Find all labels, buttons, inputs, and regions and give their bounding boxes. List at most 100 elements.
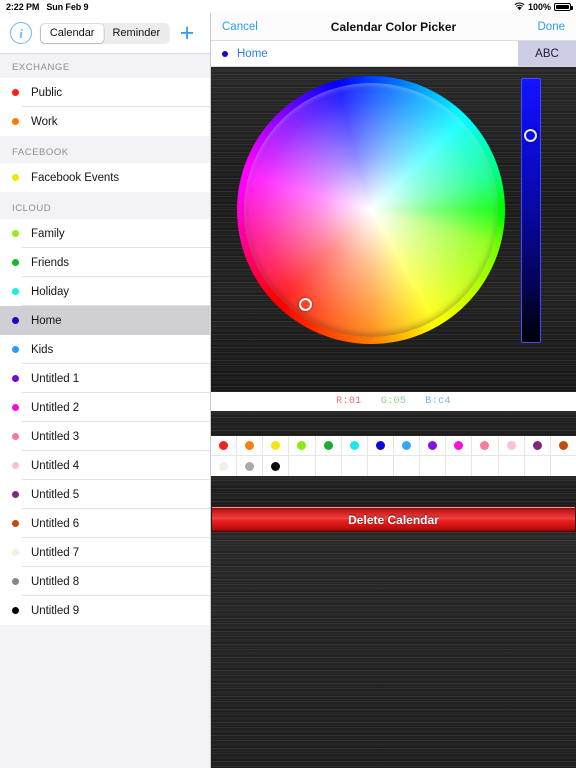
section-header-icloud: ICLOUD [0,192,210,219]
calendar-row-untitled-7[interactable]: Untitled 7 [0,538,210,567]
calendar-label: Friends [31,256,69,269]
swatch-cell-empty[interactable] [342,456,368,476]
wifi-icon [514,2,525,11]
calendar-label: Untitled 1 [31,372,80,385]
swatch-dot [271,441,281,450]
swatch-dot [532,441,542,450]
swatch-cell[interactable] [420,436,447,456]
swatch-cell-empty[interactable] [472,456,499,476]
swatch-cell[interactable] [446,436,473,456]
swatch-cell[interactable] [237,436,264,456]
sidebar: i Calendar Reminder + EXCHANGE Public Wo… [0,13,211,768]
swatch-cell-empty[interactable] [316,456,342,476]
brightness-slider-track[interactable] [521,78,541,343]
add-calendar-button[interactable]: + [176,20,198,46]
calendar-row-untitled-2[interactable]: Untitled 2 [0,393,210,422]
calendar-row-untitled-4[interactable]: Untitled 4 [0,451,210,480]
swatch-cell[interactable] [289,436,316,456]
calendar-row-kids[interactable]: Kids [0,335,210,364]
abc-keyboard-button[interactable]: ABC [518,41,576,66]
calendar-row-holiday[interactable]: Holiday [0,277,210,306]
swatch-cell[interactable] [367,436,394,456]
calendar-color-dot [222,50,228,57]
status-time: 2:22 PM [6,1,40,12]
sidebar-toolbar: i Calendar Reminder + [0,13,210,54]
swatch-cell-empty[interactable] [499,456,525,476]
color-wheel-disc[interactable] [244,83,498,337]
done-button[interactable]: Done [538,21,566,33]
calendar-color-dot [12,520,19,527]
color-picker-panel: Cancel Calendar Color Picker Done Home A… [211,13,576,768]
calendar-row-home[interactable]: Home [0,306,210,335]
calendar-label: Kids [31,343,54,356]
calendar-label: Untitled 2 [31,401,80,414]
swatch-dot [349,441,359,450]
section-exchange: Public Work [0,78,210,136]
swatch-cell[interactable] [211,456,238,476]
swatch-cell[interactable] [341,436,368,456]
swatch-cell[interactable] [498,436,525,456]
segment-calendar[interactable]: Calendar [40,23,104,43]
calendar-row-untitled-3[interactable]: Untitled 3 [0,422,210,451]
section-icloud: Family Friends Holiday Home Kids Untitle… [0,219,210,625]
swatch-dot [219,461,229,471]
swatch-cell[interactable] [524,436,551,456]
calendar-label: Untitled 9 [31,604,80,617]
swatch-dot [323,441,333,450]
swatch-cell-empty[interactable] [525,456,551,476]
swatch-cell[interactable] [472,436,499,456]
swatch-cell-empty[interactable] [551,456,576,476]
swatch-dot [558,441,568,450]
calendar-color-dot [12,578,19,585]
swatch-cell[interactable] [393,436,421,456]
calendar-row-untitled-1[interactable]: Untitled 1 [0,364,210,393]
swatch-cell[interactable] [211,436,238,456]
swatch-cell-empty[interactable] [420,456,447,476]
calendar-color-dot [12,607,19,614]
calendar-reminder-segmented-control[interactable]: Calendar Reminder [39,22,171,44]
calendar-label: Untitled 3 [31,430,80,443]
calendar-row-untitled-9[interactable]: Untitled 9 [0,596,210,625]
rgb-green-value: G:05 [380,396,407,407]
info-icon[interactable]: i [10,22,32,44]
app-root: 2:22 PM Sun Feb 9 100% i Calendar Remind… [0,0,576,768]
page-title: Calendar Color Picker [330,19,457,34]
calendar-label: Holiday [31,285,70,298]
calendar-color-dot [12,346,19,353]
calendar-label: Public [31,86,63,99]
calendar-row-public[interactable]: Public [0,78,210,107]
calendar-row-untitled-6[interactable]: Untitled 6 [0,509,210,538]
swatch-dot [454,441,464,450]
calendar-row-friends[interactable]: Friends [0,248,210,277]
calendar-row-work[interactable]: Work [0,107,210,136]
swatch-cell[interactable] [263,456,290,476]
color-wheel[interactable] [237,76,505,344]
calendar-label: Family [31,227,65,240]
swatch-cell[interactable] [237,456,264,476]
status-date: Sun Feb 9 [46,1,89,12]
calendar-row-untitled-5[interactable]: Untitled 5 [0,480,210,509]
calendar-list[interactable]: EXCHANGE Public Work FACEBOOK Facebook E… [0,54,210,768]
swatch-cell[interactable] [263,436,290,456]
swatch-cell[interactable] [315,436,342,456]
swatch-dot [245,441,255,450]
calendar-row-untitled-8[interactable]: Untitled 8 [0,567,210,596]
calendar-name-field[interactable]: Home ABC [211,41,576,67]
segment-reminder[interactable]: Reminder [103,24,169,43]
swatch-cell-empty[interactable] [394,456,421,476]
delete-calendar-button[interactable]: Delete Calendar [212,507,575,532]
calendar-color-dot [12,491,19,498]
brightness-slider-handle[interactable] [524,129,537,142]
swatch-cell[interactable] [550,436,576,456]
cancel-button[interactable]: Cancel [222,21,258,33]
swatch-cell-empty[interactable] [446,456,473,476]
calendar-color-dot [12,549,19,556]
color-swatch-grid[interactable] [211,436,576,476]
calendar-row-facebook-events[interactable]: Facebook Events [0,163,210,192]
swatch-cell-empty[interactable] [289,456,316,476]
color-wheel-marker[interactable] [299,298,312,311]
calendar-color-dot [12,317,19,324]
swatch-cell-empty[interactable] [368,456,394,476]
section-facebook: Facebook Events [0,163,210,192]
calendar-row-family[interactable]: Family [0,219,210,248]
